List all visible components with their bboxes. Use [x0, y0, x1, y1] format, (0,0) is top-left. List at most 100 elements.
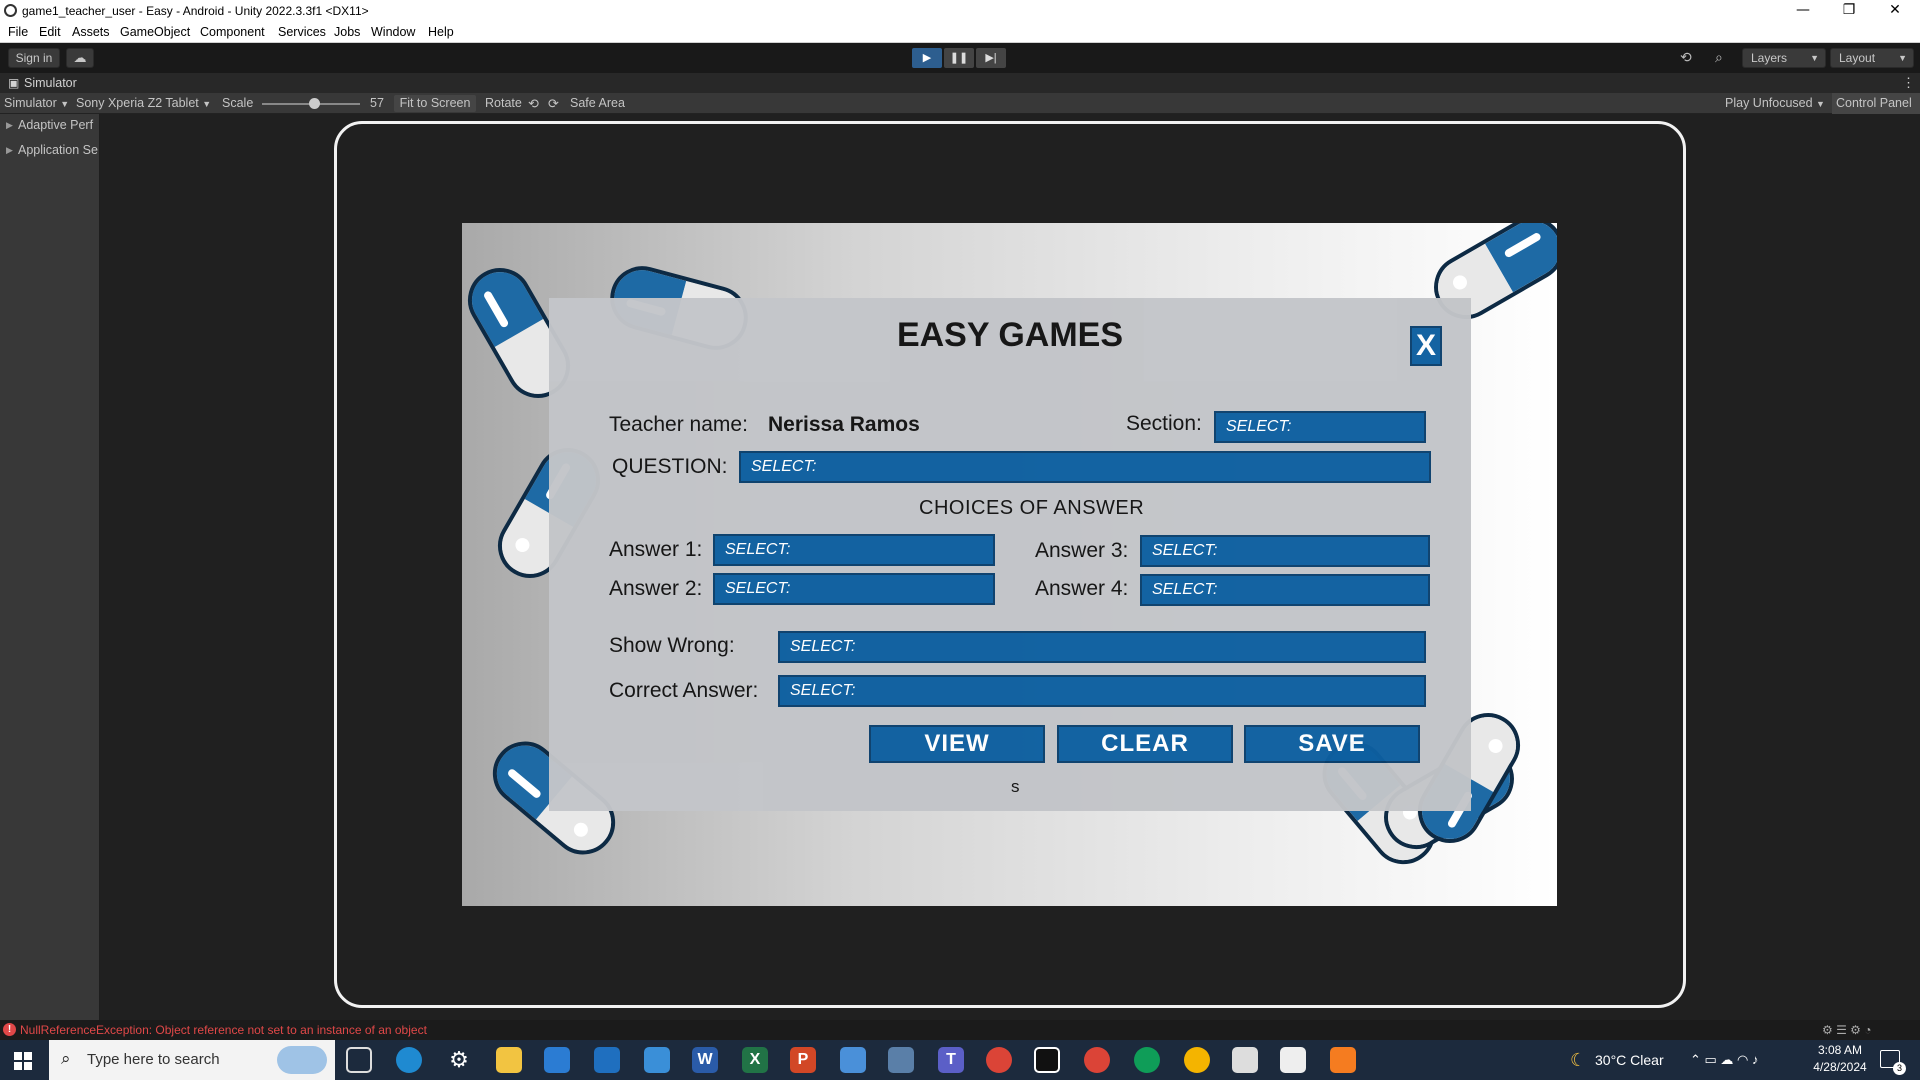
menu-file[interactable]: File — [8, 25, 28, 39]
chrome-profile-icon[interactable] — [1084, 1047, 1110, 1073]
rotate-right-icon[interactable]: ⟳ — [548, 96, 559, 112]
search-icon[interactable]: ⌕ — [1715, 49, 1723, 66]
more-options-icon[interactable]: ⋮ — [1902, 75, 1915, 91]
close-window-button[interactable]: ✕ — [1872, 0, 1918, 22]
simulator-tab[interactable]: Simulator — [24, 76, 77, 90]
calculator-icon[interactable] — [888, 1047, 914, 1073]
search-icon: ⌕ — [61, 1049, 71, 1068]
console-status-bar[interactable]: ! NullReferenceException: Object referen… — [0, 1020, 1920, 1040]
fit-to-screen-button[interactable]: Fit to Screen — [394, 95, 476, 112]
cloud-icon[interactable]: ☁ — [66, 48, 94, 68]
app-icon[interactable] — [840, 1047, 866, 1073]
menu-help[interactable]: Help — [428, 25, 454, 39]
clock-time[interactable]: 3:08 AM — [1810, 1043, 1870, 1057]
window-title-bar: game1_teacher_user - Easy - Android - Un… — [0, 0, 1920, 22]
menu-component[interactable]: Component — [200, 25, 265, 39]
question-select[interactable]: SELECT: — [739, 451, 1431, 483]
correct-answer-select[interactable]: SELECT: — [778, 675, 1426, 707]
foldout-application-settings[interactable]: Application Se — [0, 139, 100, 163]
tray-icons[interactable]: ⌃ ▭ ☁ ◠ ♪ — [1690, 1052, 1758, 1068]
play-unfocused-dropdown[interactable]: Play Unfocused ▼ — [1725, 96, 1825, 110]
sign-in-button[interactable]: Sign in — [8, 48, 60, 68]
rotate-left-icon[interactable]: ⟲ — [528, 96, 539, 112]
xampp-icon[interactable] — [1330, 1047, 1356, 1073]
menu-jobs[interactable]: Jobs — [334, 25, 360, 39]
excel-icon[interactable]: X — [742, 1047, 768, 1073]
section-label: Section: — [1126, 412, 1202, 435]
file-explorer-icon[interactable] — [496, 1047, 522, 1073]
unity-toolbar: Sign in ☁ ▶ ❚❚ ▶| ⟲ ⌕ Layers ▼ Layout ▼ — [0, 43, 1920, 73]
play-unfocused-label: Play Unfocused — [1725, 96, 1813, 110]
simulator-tab-bar: ▣ Simulator ⋮ — [0, 73, 1920, 93]
menu-window[interactable]: Window — [371, 25, 415, 39]
step-button[interactable]: ▶| — [976, 48, 1006, 68]
show-wrong-label: Show Wrong: — [609, 634, 735, 657]
scale-slider-handle[interactable] — [309, 98, 320, 109]
chrome-profile-icon[interactable] — [1134, 1047, 1160, 1073]
settings-gear-icon[interactable]: ⚙ — [446, 1047, 472, 1073]
chevron-down-icon: ▼ — [1810, 53, 1819, 63]
edge-browser-icon[interactable] — [396, 1047, 422, 1073]
chevron-down-icon: ▼ — [202, 99, 212, 109]
clock-date[interactable]: 4/28/2024 — [1810, 1060, 1870, 1074]
teams-icon[interactable]: T — [938, 1047, 964, 1073]
unity-logo-icon — [4, 4, 17, 17]
simulator-mode-label: Simulator — [4, 96, 57, 110]
panel-title: EASY GAMES — [896, 316, 1124, 354]
weather-moon-icon[interactable]: ☾ — [1570, 1050, 1586, 1071]
status-icons: ⚙ ☰ ⚙ ◔ — [1822, 1023, 1872, 1037]
device-dropdown[interactable]: Sony Xperia Z2 Tablet ▼ — [76, 96, 211, 110]
chevron-down-icon: ▼ — [1898, 53, 1907, 63]
footer-text: s — [1011, 777, 1020, 796]
view-button[interactable]: VIEW — [869, 725, 1045, 763]
answer-4-select[interactable]: SELECT: — [1140, 574, 1430, 606]
play-button[interactable]: ▶ — [912, 48, 942, 68]
question-label: QUESTION: — [612, 455, 728, 478]
capcut-icon[interactable] — [1034, 1047, 1060, 1073]
weather-text[interactable]: 30°C Clear — [1595, 1052, 1664, 1068]
answer-3-label: Answer 3: — [1035, 539, 1129, 562]
layers-dropdown[interactable]: Layers ▼ — [1742, 48, 1826, 68]
maximize-button[interactable]: ❐ — [1826, 0, 1872, 22]
safe-area-toggle[interactable]: Safe Area — [570, 96, 625, 110]
outlook-icon[interactable] — [644, 1047, 670, 1073]
clear-button[interactable]: CLEAR — [1057, 725, 1233, 763]
windows-start-icon[interactable] — [14, 1052, 32, 1070]
store-icon[interactable] — [544, 1047, 570, 1073]
history-icon[interactable]: ⟲ — [1680, 49, 1692, 66]
show-wrong-select[interactable]: SELECT: — [778, 631, 1426, 663]
task-view-icon[interactable] — [346, 1047, 372, 1073]
chevron-down-icon: ▼ — [60, 99, 70, 109]
powerpoint-icon[interactable]: P — [790, 1047, 816, 1073]
pause-button[interactable]: ❚❚ — [944, 48, 974, 68]
word-icon[interactable]: W — [692, 1047, 718, 1073]
rotate-label: Rotate — [485, 96, 522, 110]
chrome-icon[interactable] — [986, 1047, 1012, 1073]
notification-count: 3 — [1893, 1062, 1906, 1075]
unity-editor-icon[interactable] — [1280, 1047, 1306, 1073]
console-error-message[interactable]: NullReferenceException: Object reference… — [20, 1023, 427, 1037]
control-panel-button[interactable]: Control Panel — [1832, 93, 1920, 114]
section-select[interactable]: SELECT: — [1214, 411, 1426, 443]
correct-answer-label: Correct Answer: — [609, 679, 759, 702]
answer-3-select[interactable]: SELECT: — [1140, 535, 1430, 567]
menu-gameobject[interactable]: GameObject — [120, 25, 190, 39]
menu-services[interactable]: Services — [278, 25, 326, 39]
close-panel-button[interactable]: X — [1410, 326, 1442, 366]
save-button[interactable]: SAVE — [1244, 725, 1420, 763]
unity-hub-icon[interactable] — [1232, 1047, 1258, 1073]
minimize-button[interactable]: — — [1780, 0, 1826, 22]
menu-assets[interactable]: Assets — [72, 25, 110, 39]
answer-1-select[interactable]: SELECT: — [713, 534, 995, 566]
choices-heading: CHOICES OF ANSWER — [919, 497, 1145, 519]
mail-icon[interactable] — [594, 1047, 620, 1073]
simulator-mode-dropdown[interactable]: Simulator ▼ — [4, 96, 69, 110]
foldout-adaptive-performance[interactable]: Adaptive Perf — [0, 114, 100, 138]
simulator-side-panel: ▶ Adaptive Perf ▶ Application Se — [0, 114, 100, 1020]
teacher-name-label: Teacher name: — [609, 413, 748, 436]
layout-dropdown[interactable]: Layout ▼ — [1830, 48, 1914, 68]
answer-2-select[interactable]: SELECT: — [713, 573, 995, 605]
menu-edit[interactable]: Edit — [39, 25, 61, 39]
chrome-profile-icon[interactable] — [1184, 1047, 1210, 1073]
taskbar-search-box[interactable]: ⌕ Type here to search — [49, 1040, 335, 1080]
